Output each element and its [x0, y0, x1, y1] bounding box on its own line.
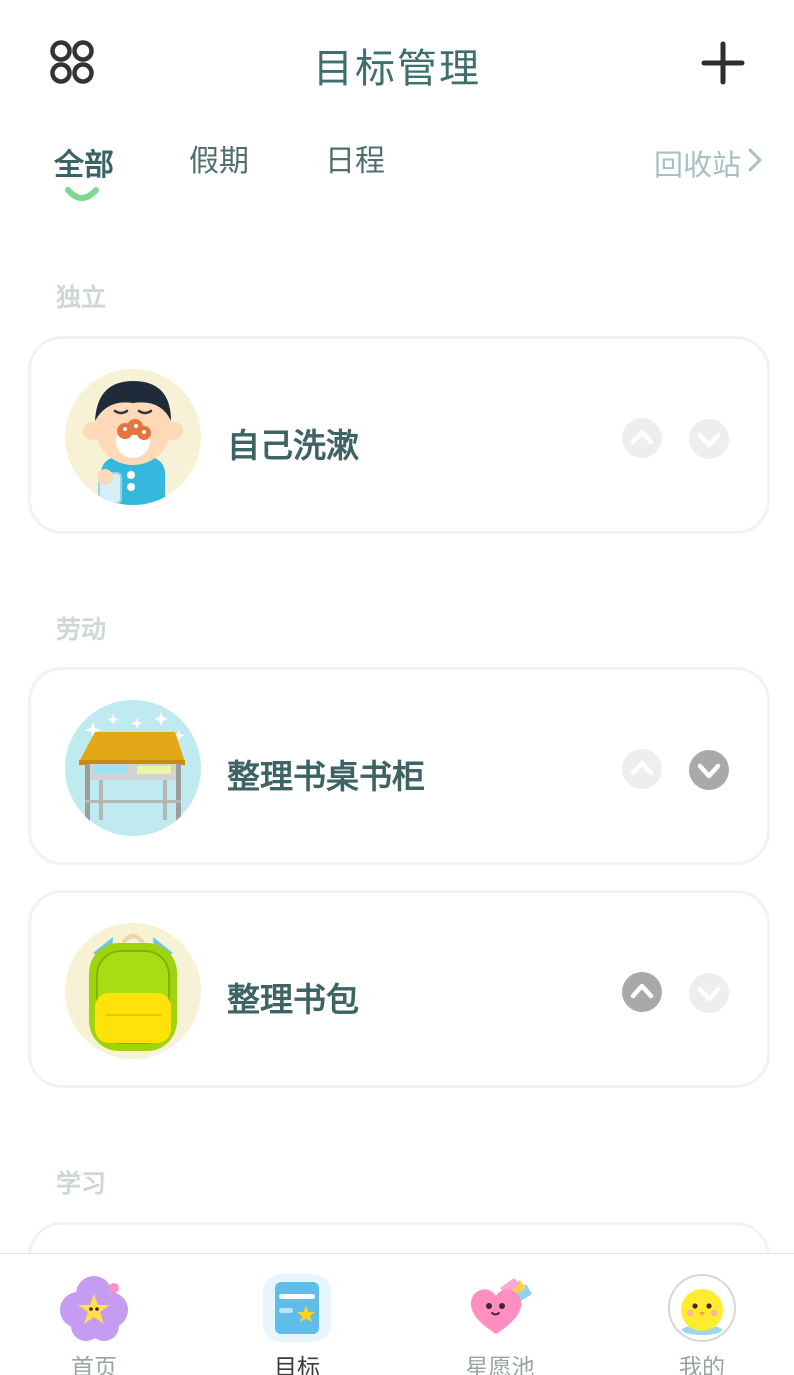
recycle-bin-link[interactable]: 回收站 [654, 142, 763, 184]
heart-wish-icon [464, 1272, 536, 1344]
desk-icon [65, 700, 201, 836]
goal-card-icon [261, 1272, 333, 1344]
chick-avatar-icon [666, 1272, 738, 1344]
star-flower-icon [58, 1272, 130, 1344]
tab-schedule[interactable]: 日程 [325, 136, 385, 180]
goal-title: 整理书包 [227, 980, 359, 1019]
nav-wish-pool[interactable]: 星愿池 [400, 1254, 600, 1375]
nav-goals-label: 目标 [274, 1355, 320, 1375]
move-up-button[interactable] [621, 971, 663, 1013]
tab-bar: 全部 假期 日程 回收站 [0, 128, 794, 208]
nav-profile-label: 我的 [679, 1355, 725, 1375]
section-label-independent: 独立 [56, 283, 107, 312]
nav-profile[interactable]: 我的 [602, 1254, 794, 1375]
active-tab-indicator [64, 184, 100, 204]
chevron-right-icon [747, 146, 763, 180]
section-label-labor: 劳动 [56, 615, 107, 644]
move-up-button[interactable] [621, 417, 663, 459]
goal-title: 整理书桌书柜 [227, 757, 425, 796]
move-up-button[interactable] [621, 748, 663, 790]
recycle-bin-label: 回收站 [654, 148, 742, 182]
backpack-icon [65, 923, 201, 1059]
nav-wish-pool-label: 星愿池 [465, 1355, 535, 1375]
nav-goals[interactable]: 目标 [197, 1254, 397, 1375]
move-down-button[interactable] [688, 418, 730, 460]
move-down-button[interactable] [688, 749, 730, 791]
goal-management-screen: 目标管理 全部 假期 日程 回收站 独立 自己洗漱 劳动 整理书桌书柜 整理书包… [0, 0, 794, 1375]
goal-card[interactable]: 自己洗漱 [28, 336, 770, 534]
header: 目标管理 [0, 0, 794, 120]
nav-home-label: 首页 [71, 1355, 117, 1375]
tab-holiday[interactable]: 假期 [189, 136, 249, 180]
page-title: 目标管理 [313, 46, 481, 92]
goal-card[interactable]: 整理书包 [28, 890, 770, 1088]
plus-icon[interactable] [700, 40, 746, 86]
tab-all[interactable]: 全部 [54, 140, 114, 184]
goal-card[interactable]: 整理书桌书柜 [28, 667, 770, 865]
bottom-nav: 首页 目标 星愿池 我的 [0, 1253, 794, 1375]
nav-home[interactable]: 首页 [0, 1254, 194, 1375]
move-down-button[interactable] [688, 972, 730, 1014]
goal-title: 自己洗漱 [227, 426, 359, 465]
brushing-teeth-boy-icon [65, 369, 201, 505]
section-label-study: 学习 [56, 1169, 107, 1198]
